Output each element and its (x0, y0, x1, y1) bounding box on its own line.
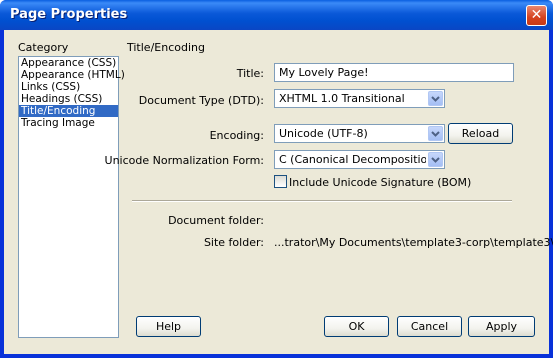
title-input[interactable]: My Lovely Page! (274, 63, 514, 82)
normalization-select-value: C (Canonical Decomposition, follow (279, 153, 426, 166)
site-folder-label: Site folder: (203, 236, 264, 249)
category-item-appearance-html[interactable]: Appearance (HTML) (19, 69, 125, 81)
category-list[interactable]: Appearance (CSS) Appearance (HTML) Links (… (18, 56, 125, 338)
close-button[interactable]: ✕ (526, 5, 547, 26)
window-title: Page Properties (10, 7, 128, 22)
chevron-down-icon[interactable] (428, 126, 443, 141)
category-item-headings-css[interactable]: Headings (CSS) (19, 93, 118, 105)
doctype-label: Document Type (DTD): (138, 94, 264, 107)
apply-button[interactable]: Apply (468, 316, 535, 337)
panel-heading: Title/Encoding (127, 41, 205, 54)
chevron-down-icon[interactable] (428, 91, 443, 106)
document-folder-label: Document folder: (168, 214, 264, 227)
bom-checkbox[interactable] (274, 175, 287, 188)
normalization-label: Unicode Normalization Form: (104, 154, 264, 167)
encoding-select-value: Unicode (UTF-8) (279, 127, 368, 140)
doctype-select-value: XHTML 1.0 Transitional (279, 92, 405, 105)
category-item-title-encoding[interactable]: Title/Encoding (19, 105, 118, 117)
normalization-select[interactable]: C (Canonical Decomposition, follow (274, 150, 445, 169)
doctype-select[interactable]: XHTML 1.0 Transitional (274, 89, 445, 108)
title-input-value: My Lovely Page! (279, 66, 369, 79)
help-button[interactable]: Help (136, 316, 201, 337)
title-label: Title: (236, 67, 264, 80)
reload-button[interactable]: Reload (448, 123, 513, 144)
chevron-down-icon[interactable] (428, 152, 443, 167)
close-icon: ✕ (530, 7, 543, 23)
ok-button[interactable]: OK (324, 316, 389, 337)
title-bar[interactable]: Page Properties ✕ (0, 0, 553, 30)
encoding-label: Encoding: (209, 129, 264, 142)
encoding-select[interactable]: Unicode (UTF-8) (274, 124, 445, 143)
bom-label[interactable]: Include Unicode Signature (BOM) (289, 176, 471, 189)
separator (132, 200, 512, 202)
category-item-tracing-image[interactable]: Tracing Image (19, 117, 118, 129)
cancel-button[interactable]: Cancel (397, 316, 462, 337)
dialog-window: Page Properties ✕ Category Appearance (C… (0, 0, 553, 358)
category-heading: Category (18, 41, 69, 54)
category-item-links-css[interactable]: Links (CSS) (19, 81, 118, 93)
category-item-appearance-css[interactable]: Appearance (CSS) (19, 57, 118, 69)
site-folder-value: ...trator\My Documents\template3-corp\te… (274, 236, 553, 249)
dialog-body: Category Appearance (CSS) Appearance (HTM… (4, 30, 553, 354)
